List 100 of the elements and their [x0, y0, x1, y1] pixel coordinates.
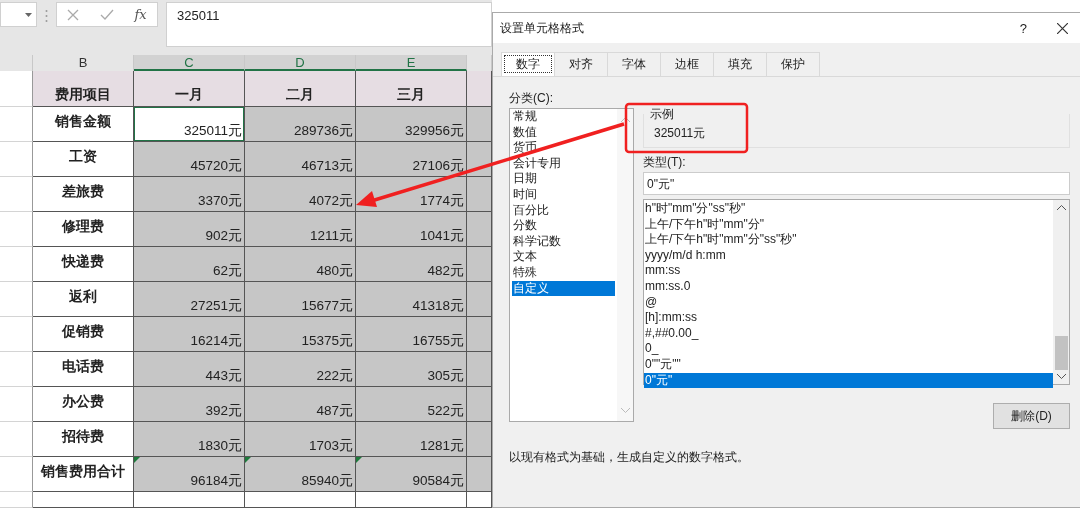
window-title: 设置单元格格式 — [500, 19, 585, 37]
table-cell — [467, 247, 492, 282]
table-cell: 15375元 — [245, 317, 356, 352]
category-item[interactable]: 会计专用 — [512, 155, 615, 172]
format-item[interactable]: #,##0.00_ — [644, 325, 1053, 342]
cancel-icon[interactable] — [67, 8, 80, 21]
description-text: 以现有格式为基础，生成自定义的数字格式。 — [508, 449, 750, 466]
table-cell: 522元 — [356, 387, 467, 422]
format-item[interactable]: @ — [644, 294, 1053, 311]
table-cell: 305元 — [356, 352, 467, 387]
column-header[interactable]: B — [33, 55, 134, 71]
scroll-up-icon[interactable] — [620, 117, 630, 122]
tab[interactable]: 保护 — [766, 52, 820, 76]
format-item[interactable]: 上午/下午h"时"mm"分" — [644, 216, 1053, 233]
row-label-cell: 工资 — [33, 142, 134, 177]
category-item[interactable]: 文本 — [512, 249, 615, 265]
table-cell: 90584元 — [356, 457, 467, 492]
category-label: 分类(C): — [509, 90, 554, 107]
column-header[interactable]: D — [245, 55, 356, 71]
table-cell — [467, 177, 492, 212]
table-cell: 1281元 — [356, 422, 467, 457]
table-cell: 16214元 — [134, 317, 245, 352]
table-cell: 1041元 — [356, 212, 467, 247]
table-cell: 1830元 — [134, 422, 245, 457]
category-item[interactable]: 数值 — [512, 124, 615, 141]
scrollbar[interactable] — [617, 109, 633, 421]
column-header[interactable] — [0, 55, 33, 71]
table-cell: 85940元 — [245, 457, 356, 492]
header-cell: 二月 — [245, 71, 356, 107]
row-label-cell: 电话费 — [33, 352, 134, 387]
row-label-cell: 快递费 — [33, 247, 134, 282]
category-item[interactable]: 特殊 — [512, 264, 615, 281]
table-cell: 325011元 — [134, 107, 245, 142]
type-input-field[interactable]: 0"元" — [643, 172, 1070, 195]
table-cell: 15677元 — [245, 282, 356, 317]
format-item[interactable]: 0""元"" — [644, 356, 1053, 373]
insert-function-button[interactable]: fx — [134, 7, 147, 22]
table-cell: 1211元 — [245, 212, 356, 247]
format-item[interactable]: 0"元" — [644, 372, 1053, 389]
table-cell: 3370元 — [134, 177, 245, 212]
category-item[interactable]: 科学记数 — [512, 233, 615, 250]
table-cell — [467, 107, 492, 142]
column-header[interactable]: C — [134, 55, 245, 71]
table-cell: 392元 — [134, 387, 245, 422]
header-cell — [467, 71, 492, 107]
table-cell: 96184元 — [134, 457, 245, 492]
formula-field[interactable]: 325011 — [166, 2, 492, 47]
table-cell — [467, 317, 492, 352]
table-cell: 27106元 — [356, 142, 467, 177]
table-cell: 41318元 — [356, 282, 467, 317]
row-label-cell: 返利 — [33, 282, 134, 317]
table-cell — [467, 282, 492, 317]
table-cell: 4072元 — [245, 177, 356, 212]
scroll-thumb[interactable] — [1054, 336, 1068, 370]
sample-value: 325011元 — [654, 125, 706, 142]
category-item[interactable]: 日期 — [512, 171, 615, 187]
row-label-cell: 招待费 — [33, 422, 134, 457]
table-cell — [467, 387, 492, 422]
row-label-cell: 修理费 — [33, 212, 134, 247]
header-cell: 三月 — [356, 71, 467, 107]
close-icon[interactable] — [1057, 22, 1068, 34]
grip-icon — [45, 9, 48, 23]
format-item[interactable]: yyyy/m/d h:mm — [644, 247, 1053, 264]
table-cell — [467, 212, 492, 247]
format-item[interactable]: mm:ss — [644, 263, 1053, 279]
scrollbar[interactable] — [1053, 200, 1069, 384]
category-item[interactable]: 常规 — [512, 109, 615, 125]
format-item[interactable]: mm:ss.0 — [644, 278, 1053, 295]
table-cell: 16755元 — [356, 317, 467, 352]
delete-button[interactable]: 删除(D) — [993, 403, 1070, 429]
tab[interactable]: 数字 — [501, 52, 555, 76]
format-item[interactable]: h"时"mm"分"ss"秒" — [644, 201, 1053, 217]
help-button[interactable]: ? — [1019, 20, 1027, 36]
table-cell — [467, 422, 492, 457]
category-item[interactable]: 百分比 — [512, 202, 615, 219]
category-item[interactable]: 自定义 — [512, 280, 615, 297]
table-cell — [467, 352, 492, 387]
header-cell: 费用项目 — [33, 71, 134, 107]
row-label-cell: 办公费 — [33, 387, 134, 422]
scroll-down-icon[interactable] — [1056, 374, 1066, 379]
table-cell: 222元 — [245, 352, 356, 387]
column-header[interactable]: E — [356, 55, 467, 71]
name-box[interactable] — [0, 2, 37, 27]
table-cell: 487元 — [245, 387, 356, 422]
row-label-cell: 差旅费 — [33, 177, 134, 212]
check-icon[interactable] — [99, 9, 114, 20]
column-header[interactable] — [467, 55, 492, 71]
category-item[interactable]: 时间 — [512, 186, 615, 203]
format-item[interactable]: 上午/下午h"时"mm"分"ss"秒" — [644, 232, 1053, 248]
sample-label: 示例 — [648, 106, 676, 123]
scroll-up-icon[interactable] — [1056, 205, 1066, 210]
table-cell: 482元 — [356, 247, 467, 282]
format-item[interactable]: 0_ — [644, 341, 1053, 357]
type-label: 类型(T): — [643, 154, 687, 171]
format-item[interactable]: [h]:mm:ss — [644, 310, 1053, 326]
header-cell: 一月 — [134, 71, 245, 107]
table-cell: 1703元 — [245, 422, 356, 457]
category-item[interactable]: 分数 — [512, 218, 615, 234]
table-cell: 902元 — [134, 212, 245, 247]
table-cell: 443元 — [134, 352, 245, 387]
